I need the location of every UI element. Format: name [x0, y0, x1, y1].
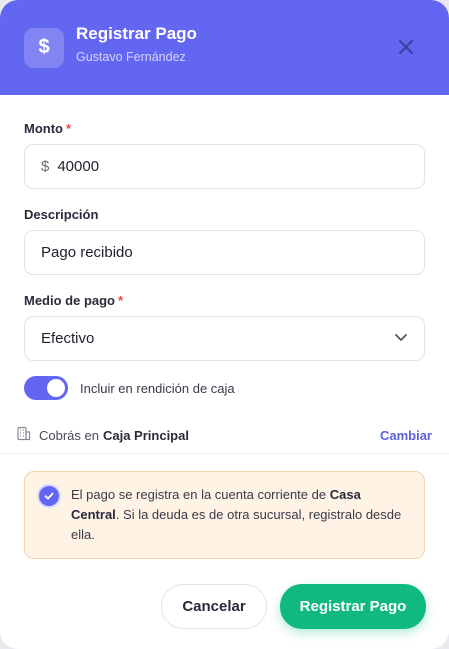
cash-box-prefix: Cobrás en: [39, 427, 99, 443]
cash-box-info: Cobrás en Caja Principal: [16, 426, 189, 444]
description-label: Descripción: [24, 207, 99, 222]
check-icon[interactable]: [39, 486, 59, 506]
amount-label-text: Monto: [24, 121, 63, 136]
modal-title: Registrar Pago: [76, 24, 197, 43]
header-text: Registrar Pago Gustavo Fernández: [76, 23, 197, 66]
modal-footer: Cancelar Registrar Pago: [24, 584, 426, 629]
modal-subtitle: Gustavo Fernández: [76, 50, 186, 64]
payment-method-select[interactable]: Efectivo: [24, 316, 425, 361]
notice-text-before: El pago se registra en la cuenta corrien…: [71, 487, 330, 502]
divider: [0, 453, 449, 454]
modal-body: Monto * $ 40000 Descripción Pago recibido…: [0, 95, 449, 629]
cash-box-name: Caja Principal: [102, 427, 189, 443]
cancel-button[interactable]: Cancelar: [161, 584, 267, 629]
register-payment-modal: $ Registrar Pago Gustavo Fernández Monto…: [0, 0, 449, 649]
toggle-knob: [47, 379, 65, 397]
required-marker: *: [65, 121, 72, 136]
include-cash-row: Incluir en rendición de caja: [24, 376, 425, 400]
amount-label: Monto *: [24, 121, 425, 137]
change-cash-box-link[interactable]: Cambiar: [380, 428, 432, 443]
payment-method-label-text: Medio de pago: [24, 293, 115, 308]
close-icon[interactable]: [397, 38, 415, 56]
payment-method-label: Medio de pago *: [24, 293, 425, 309]
currency-prefix: $: [41, 158, 50, 175]
amount-field[interactable]: $ 40000: [24, 144, 425, 189]
chevron-down-icon: [394, 330, 408, 348]
include-cash-toggle[interactable]: [24, 376, 68, 400]
amount-value: 40000: [57, 158, 100, 175]
include-cash-label: Incluir en rendición de caja: [80, 380, 235, 396]
modal-header: $ Registrar Pago Gustavo Fernández: [0, 0, 449, 95]
notice-text-after: . Si la deuda es de otra sucursal, regis…: [71, 507, 402, 542]
required-marker: *: [118, 293, 124, 308]
register-payment-button[interactable]: Registrar Pago: [280, 584, 426, 629]
dollar-icon: $: [24, 27, 64, 68]
notice-text: El pago se registra en la cuenta corrien…: [71, 485, 408, 545]
branch-notice: El pago se registra en la cuenta corrien…: [24, 471, 425, 559]
cash-box-row: Cobrás en Caja Principal Cambiar: [16, 426, 432, 444]
building-icon: [16, 426, 31, 444]
payment-method-value: Efectivo: [41, 330, 95, 347]
description-value: Pago recibido: [41, 244, 133, 261]
description-field[interactable]: Pago recibido: [24, 230, 425, 275]
